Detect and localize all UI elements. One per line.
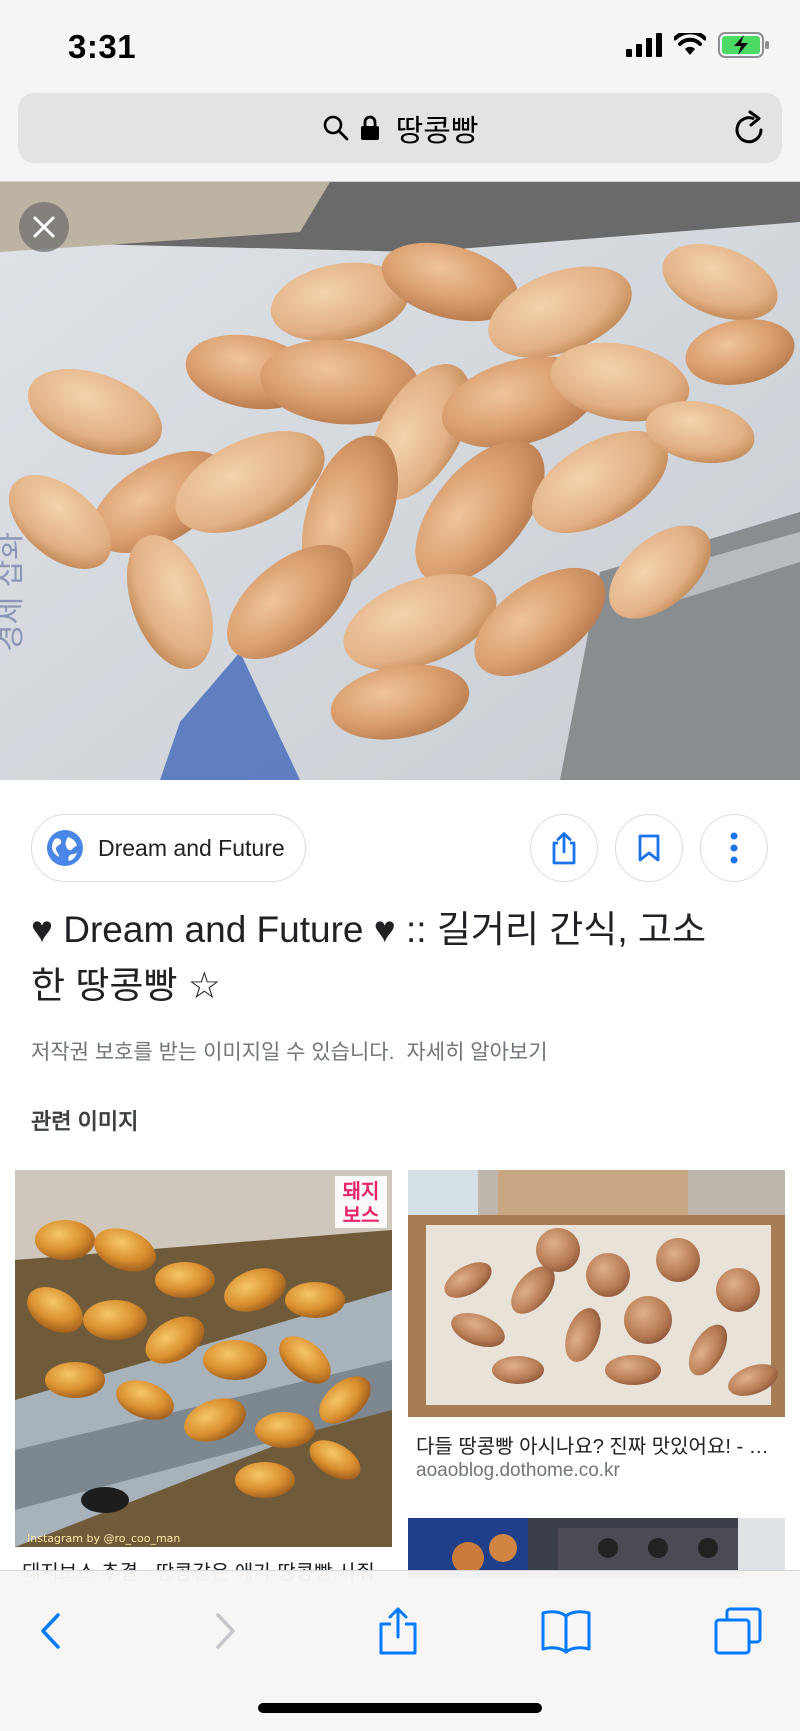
status-icons <box>626 32 770 58</box>
address-bar[interactable]: 땅콩빵 <box>18 93 782 163</box>
address-content: 땅콩빵 <box>18 93 782 163</box>
home-indicator <box>258 1703 542 1713</box>
close-icon <box>33 216 55 238</box>
battery-charging-icon <box>718 32 769 58</box>
share-button[interactable] <box>530 814 598 882</box>
browser-address-area: 땅콩빵 <box>0 90 800 182</box>
share-icon <box>552 832 576 865</box>
related-image-2-domain: aoaoblog.dothome.co.kr <box>416 1460 620 1481</box>
back-button[interactable] <box>20 1601 80 1661</box>
bookmarks-button[interactable] <box>536 1601 596 1661</box>
forward-icon <box>216 1613 235 1649</box>
back-icon <box>41 1613 60 1649</box>
bookmarks-book-icon <box>541 1610 591 1654</box>
related-image-3[interactable] <box>408 1518 785 1578</box>
copyright-notice: 저작권 보호를 받는 이미지일 수 있습니다. 자세히 알아보기 <box>31 1036 548 1066</box>
lock-icon <box>360 115 379 140</box>
result-title[interactable]: ♥ Dream and Future ♥ :: 길거리 간식, 고소한 땅콩빵 … <box>31 902 731 1014</box>
safari-share-button[interactable] <box>368 1601 428 1661</box>
related-image-2-photo <box>408 1170 785 1417</box>
reload-button[interactable] <box>732 109 768 152</box>
tabs-button[interactable] <box>708 1601 768 1661</box>
globe-icon <box>47 830 83 866</box>
main-image[interactable]: 경제 삽화 <box>0 182 800 780</box>
svg-text:경제 삽화: 경제 삽화 <box>0 532 28 652</box>
search-icon <box>323 115 348 141</box>
bookmark-icon <box>638 834 660 862</box>
source-chip[interactable]: Dream and Future <box>31 814 306 882</box>
copyright-text: 저작권 보호를 받는 이미지일 수 있습니다. <box>31 1041 395 1064</box>
status-time: 3:31 <box>68 28 137 65</box>
tabs-icon <box>714 1607 762 1655</box>
peanut-bread-photo: 경제 삽화 <box>0 182 800 780</box>
related-image-1[interactable]: 돼지 보스 Instagram by @ro_coo_man <box>15 1170 392 1547</box>
wifi-icon <box>674 33 706 55</box>
more-vert-icon <box>730 832 738 864</box>
status-bar: 3:31 <box>0 0 800 90</box>
related-images-heading: 관련 이미지 <box>31 1109 139 1134</box>
badge-line-2: 보스 <box>343 1203 380 1227</box>
learn-more-link[interactable]: 자세히 알아보기 <box>406 1041 547 1064</box>
watermark-text: Instagram by @ro_coo_man <box>27 1532 180 1545</box>
badge-line-1: 돼지 <box>343 1179 380 1203</box>
safari-share-icon <box>379 1607 417 1655</box>
reload-icon <box>735 110 763 144</box>
signal-icon <box>626 33 662 57</box>
close-button[interactable] <box>19 202 69 252</box>
address-text: 땅콩빵 <box>395 115 479 148</box>
source-name: Dream and Future <box>98 834 285 861</box>
related-image-2-caption[interactable]: 다들 땅콩빵 아시나요? 진짜 맛있어요! - 신... <box>416 1430 780 1459</box>
forward-button[interactable] <box>196 1601 256 1661</box>
related-image-3-photo <box>408 1518 785 1578</box>
more-options-button[interactable] <box>700 814 768 882</box>
bookmark-button[interactable] <box>615 814 683 882</box>
related-image-1-photo: 돼지 보스 Instagram by @ro_coo_man <box>15 1170 392 1547</box>
related-image-2[interactable] <box>408 1170 785 1417</box>
